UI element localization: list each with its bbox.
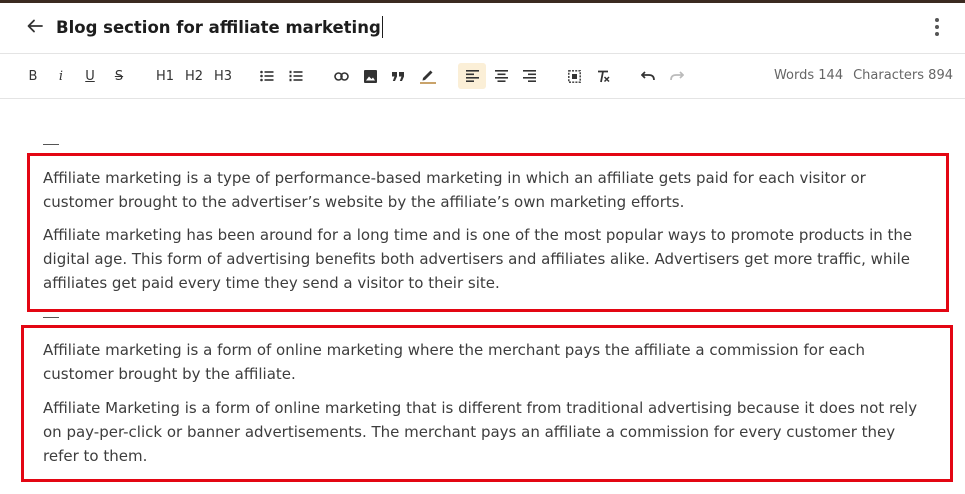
section-1-paragraph-1[interactable]: Affiliate marketing is a type of perform… (43, 166, 933, 214)
character-count: Characters 894 (853, 68, 953, 83)
back-button[interactable] (24, 15, 46, 37)
text-caret (381, 16, 383, 38)
h3-label: H3 (213, 68, 233, 84)
align-center-button[interactable] (490, 63, 512, 89)
numbered-list-icon (289, 70, 303, 82)
select-all-button[interactable] (563, 63, 585, 89)
document-title-text: Blog section for affiliate marketing (56, 18, 381, 37)
section-divider (43, 144, 59, 145)
more-vertical-icon-dot (935, 32, 939, 36)
image-icon (363, 69, 377, 83)
highlight-pen-icon (420, 70, 436, 84)
more-vertical-icon (935, 18, 939, 22)
document-stats: Words 144 Characters 894 (774, 68, 953, 83)
image-button[interactable] (360, 63, 380, 89)
h1-label: H1 (155, 68, 175, 84)
word-count: Words 144 (773, 68, 844, 83)
document-title[interactable]: Blog section for affiliate marketing (56, 16, 383, 38)
align-left-icon (465, 70, 479, 82)
underline-label: U (85, 68, 95, 84)
clear-format-button[interactable] (592, 63, 614, 89)
formatting-toolbar: B i U S H1 H2 H3 Words 144 Characters 89… (0, 55, 965, 99)
italic-label: i (58, 68, 64, 84)
align-left-button[interactable] (458, 63, 486, 89)
align-right-button[interactable] (518, 63, 540, 89)
heading3-button[interactable]: H3 (211, 63, 235, 89)
more-vertical-icon-dot (935, 25, 939, 29)
bold-button[interactable]: B (24, 63, 42, 89)
italic-button[interactable]: i (52, 63, 70, 89)
heading1-button[interactable]: H1 (153, 63, 177, 89)
editor-header: Blog section for affiliate marketing (0, 3, 965, 54)
numbered-list-button[interactable] (286, 63, 306, 89)
section-divider (43, 317, 59, 318)
undo-icon (641, 71, 655, 81)
arrow-left-icon (27, 19, 43, 33)
heading2-button[interactable]: H2 (182, 63, 206, 89)
align-center-icon (494, 70, 508, 82)
quote-icon (391, 71, 404, 81)
align-right-icon (522, 70, 536, 82)
undo-button[interactable] (637, 63, 659, 89)
h2-label: H2 (184, 68, 204, 84)
section-2-paragraph-1[interactable]: Affiliate marketing is a form of online … (43, 338, 933, 386)
bullet-list-button[interactable] (257, 63, 277, 89)
link-button[interactable] (331, 63, 351, 89)
redo-button[interactable] (666, 63, 688, 89)
clear-format-icon (598, 70, 610, 82)
more-options-button[interactable] (928, 16, 946, 38)
strikethrough-button[interactable]: S (110, 63, 128, 89)
redo-icon (670, 71, 684, 81)
underline-button[interactable]: U (81, 63, 99, 89)
bold-label: B (28, 68, 38, 84)
link-icon (333, 71, 349, 81)
bullet-list-icon (260, 70, 274, 82)
select-all-icon (567, 69, 581, 83)
section-2-paragraph-2[interactable]: Affiliate Marketing is a form of online … (43, 396, 933, 468)
section-1-paragraph-2[interactable]: Affiliate marketing has been around for … (43, 223, 933, 295)
strike-label: S (114, 68, 124, 84)
quote-button[interactable] (388, 63, 408, 89)
highlight-button[interactable] (417, 63, 439, 89)
